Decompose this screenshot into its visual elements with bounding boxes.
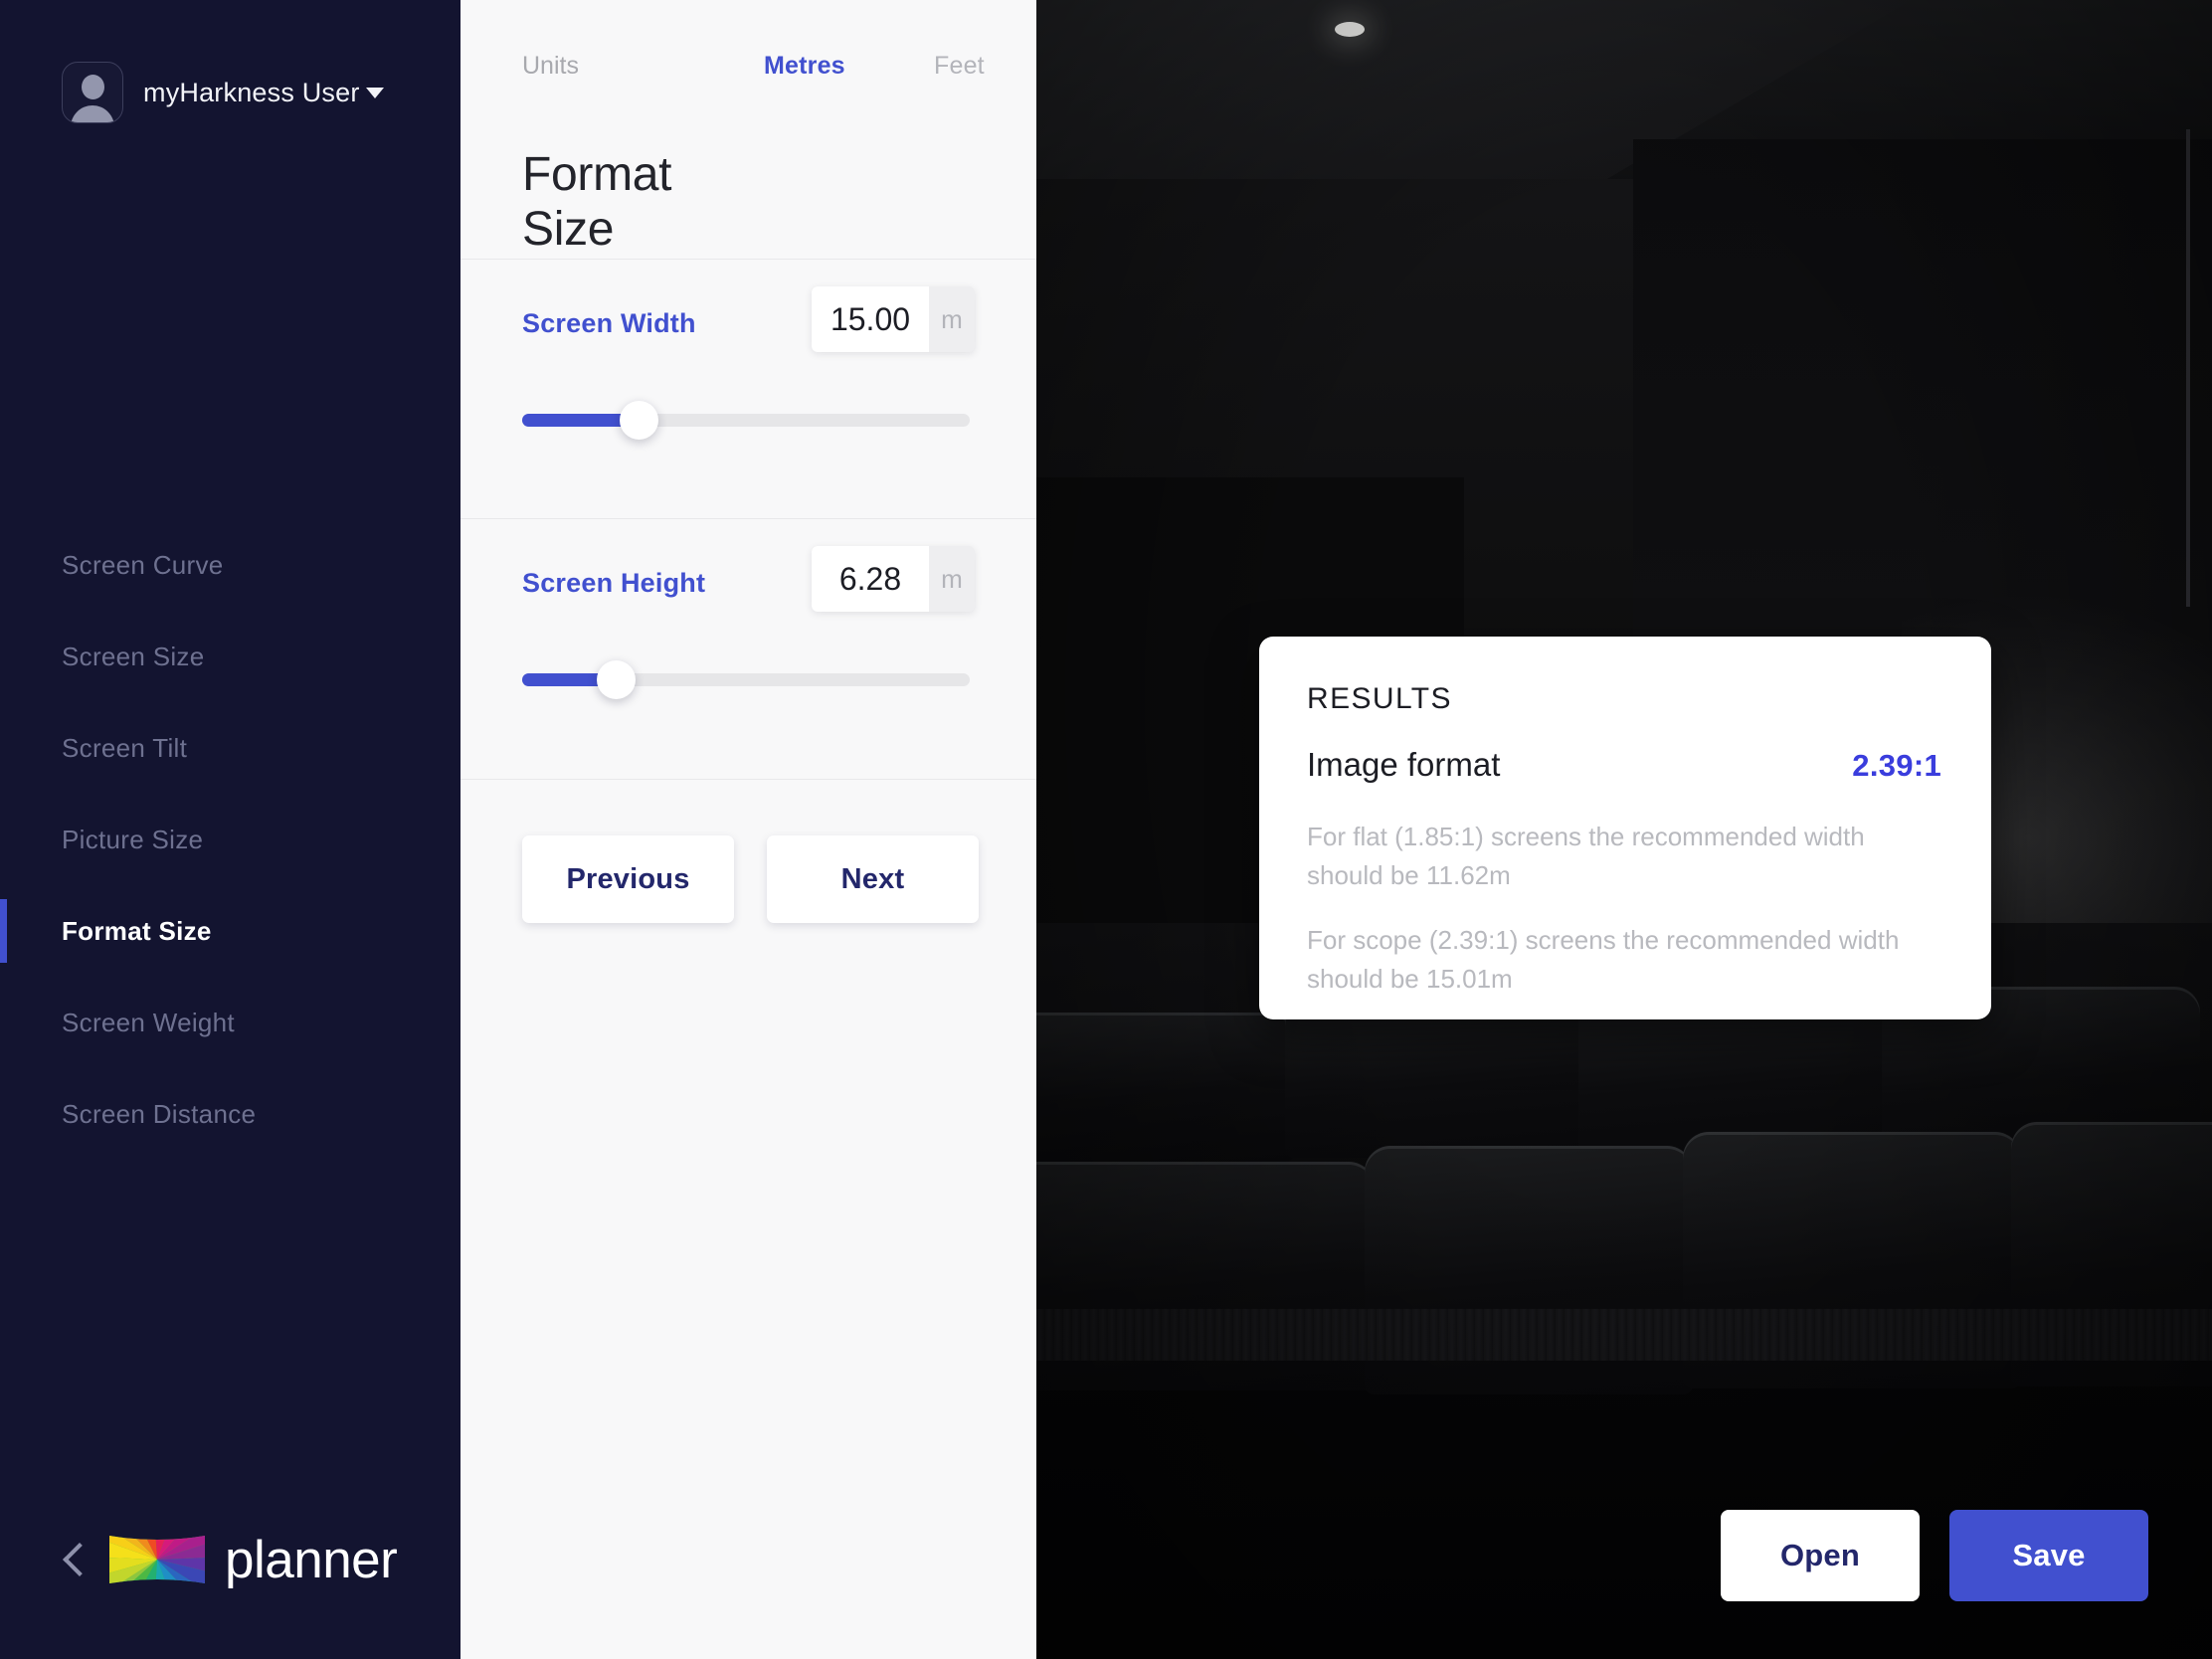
slider-thumb[interactable] <box>597 660 636 699</box>
units-option-feet[interactable]: Feet <box>934 52 985 81</box>
slider-thumb[interactable] <box>619 401 658 440</box>
sidebar-item-label: Format Size <box>62 915 212 946</box>
flat-recommendation-note: For flat (1.85:1) screens the recommende… <box>1307 822 1865 890</box>
form-panel: Units Metres Feet Format Size Screen Wid… <box>461 0 1036 1659</box>
sidebar-item-format-size[interactable]: Format Size <box>0 885 461 977</box>
viewport-actions: Open Save <box>1721 1510 2148 1601</box>
field-screen-height: Screen Height m <box>461 518 1036 717</box>
screen-width-input[interactable] <box>812 286 929 352</box>
save-button[interactable]: Save <box>1949 1510 2148 1601</box>
user-name: myHarkness User <box>143 77 360 107</box>
screen-width-unit: m <box>941 303 963 334</box>
field-screen-width: Screen Width m <box>461 259 1036 458</box>
sidebar-item-screen-weight[interactable]: Screen Weight <box>0 977 461 1068</box>
screen-height-label: Screen Height <box>522 567 706 598</box>
screen-height-slider[interactable] <box>461 647 1036 717</box>
screen-height-value-box[interactable]: m <box>812 546 975 612</box>
sidebar-item-screen-distance[interactable]: Screen Distance <box>0 1068 461 1160</box>
screen-width-label: Screen Width <box>522 307 696 338</box>
slider-track[interactable] <box>522 660 970 699</box>
chevron-left-icon[interactable] <box>56 1543 90 1576</box>
screen-width-value-box[interactable]: m <box>812 286 975 352</box>
next-button[interactable]: Next <box>767 835 979 923</box>
cinema-viewport[interactable]: RESULTS Image format 2.39:1 For flat (1.… <box>1036 0 2212 1659</box>
sidebar-item-screen-tilt[interactable]: Screen Tilt <box>0 702 461 794</box>
image-format-label: Image format <box>1307 746 1501 783</box>
divider <box>461 779 1036 780</box>
previous-button[interactable]: Previous <box>522 835 734 923</box>
sidebar-item-screen-curve[interactable]: Screen Curve <box>0 519 461 611</box>
sidebar-item-label: Screen Tilt <box>62 732 188 763</box>
slider-track[interactable] <box>522 401 970 440</box>
sidebar-nav: Screen Curve Screen Size Screen Tilt Pic… <box>0 519 461 1160</box>
caret-down-icon[interactable] <box>365 87 384 98</box>
screen-width-slider[interactable] <box>461 388 1036 458</box>
screen-height-input[interactable] <box>812 546 929 612</box>
image-format-row: Image format 2.39:1 <box>1307 746 1941 784</box>
sidebar-item-label: Screen Weight <box>62 1007 235 1037</box>
units-option-metres[interactable]: Metres <box>764 52 845 81</box>
scope-recommendation-note: For scope (2.39:1) screens the recommend… <box>1307 925 1900 994</box>
sidebar-item-label: Screen Curve <box>62 549 224 580</box>
user-avatar-icon <box>62 62 123 123</box>
sidebar: myHarkness User Screen Curve Screen Size… <box>0 0 461 1659</box>
harkness-rainbow-screen-logo <box>109 1536 205 1583</box>
screen-height-unit: m <box>941 563 963 594</box>
sidebar-item-picture-size[interactable]: Picture Size <box>0 794 461 885</box>
app-root: myHarkness User Screen Curve Screen Size… <box>0 0 2212 1659</box>
open-button[interactable]: Open <box>1721 1510 1920 1601</box>
user-menu[interactable]: myHarkness User <box>62 62 384 123</box>
sidebar-item-label: Screen Distance <box>62 1098 257 1129</box>
sidebar-item-label: Screen Size <box>62 641 205 671</box>
units-toggle: Units Metres Feet <box>522 52 985 81</box>
sidebar-item-screen-size[interactable]: Screen Size <box>0 611 461 702</box>
sidebar-item-label: Picture Size <box>62 824 204 854</box>
page-title: Format Size <box>522 148 672 256</box>
brand-name: planner <box>225 1530 398 1589</box>
brand-footer: planner <box>56 1528 398 1591</box>
results-title: RESULTS <box>1307 682 1452 715</box>
image-format-value: 2.39:1 <box>1852 748 1941 783</box>
wizard-nav: Previous Next <box>522 835 979 923</box>
units-label: Units <box>522 52 579 80</box>
results-card: RESULTS Image format 2.39:1 For flat (1.… <box>1259 637 1991 1019</box>
